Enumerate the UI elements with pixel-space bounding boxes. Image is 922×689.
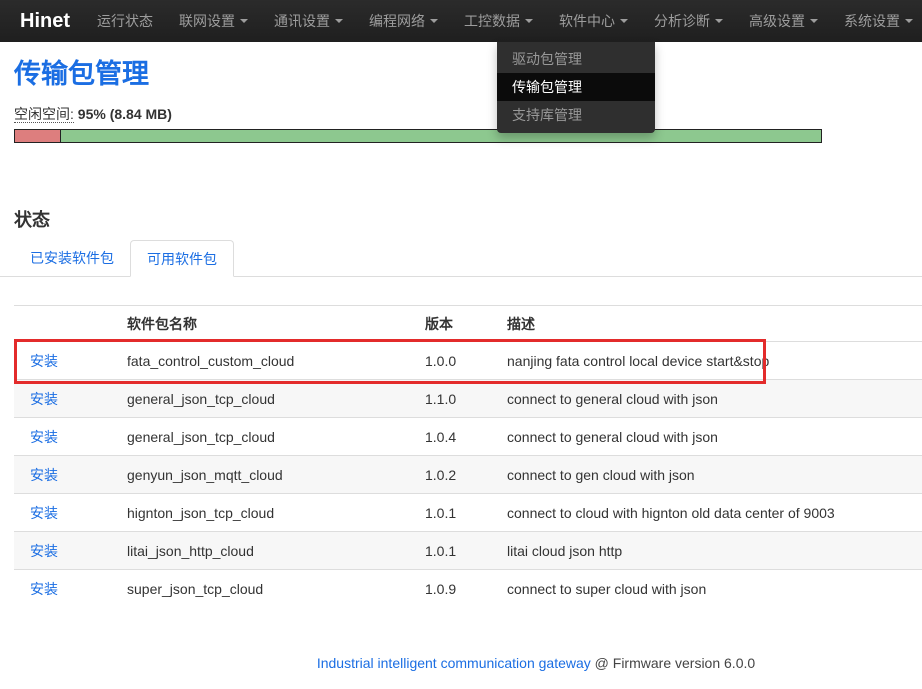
package-name: fata_control_custom_cloud bbox=[119, 342, 417, 380]
table-header-row: 软件包名称 版本 描述 bbox=[14, 306, 922, 342]
package-name: super_json_tcp_cloud bbox=[119, 570, 417, 608]
nav-item-label: 系统设置 bbox=[844, 13, 900, 29]
package-description: connect to general cloud with json bbox=[499, 380, 922, 418]
table-row: 安装 genyun_json_mqtt_cloud 1.0.2 connect … bbox=[14, 456, 922, 494]
status-heading: 状态 bbox=[14, 209, 922, 231]
nav-item-advanced-settings[interactable]: 高级设置 bbox=[736, 0, 831, 42]
tab-available-packages[interactable]: 可用软件包 bbox=[130, 240, 234, 277]
nav-item-label: 分析诊断 bbox=[654, 13, 710, 29]
dropdown-item-transfer-package[interactable]: 传输包管理 bbox=[497, 73, 655, 101]
package-table: 软件包名称 版本 描述 安装 fata_control_custom_cloud… bbox=[14, 305, 922, 608]
software-center-dropdown: 驱动包管理 传输包管理 支持库管理 bbox=[497, 42, 655, 133]
package-version: 1.0.2 bbox=[417, 456, 499, 494]
table-row: 安装 super_json_tcp_cloud 1.0.9 connect to… bbox=[14, 570, 922, 608]
table-row: 安装 general_json_tcp_cloud 1.1.0 connect … bbox=[14, 380, 922, 418]
package-name: genyun_json_mqtt_cloud bbox=[119, 456, 417, 494]
tab-installed-packages[interactable]: 已安装软件包 bbox=[14, 240, 130, 276]
package-version: 1.0.1 bbox=[417, 494, 499, 532]
caret-down-icon bbox=[905, 19, 913, 23]
firmware-version-text: @ Firmware version 6.0.0 bbox=[591, 655, 755, 671]
nav-item-analysis-diagnosis[interactable]: 分析诊断 bbox=[641, 0, 736, 42]
nav-item-label: 编程网络 bbox=[369, 13, 425, 29]
free-space-label: 空闲空间: bbox=[14, 106, 74, 123]
package-description: nanjing fata control local device start&… bbox=[499, 342, 922, 380]
header-description: 描述 bbox=[499, 306, 922, 342]
dropdown-item-support-library[interactable]: 支持库管理 bbox=[497, 101, 655, 129]
install-button[interactable]: 安装 bbox=[30, 581, 58, 597]
package-description: connect to general cloud with json bbox=[499, 418, 922, 456]
header-action bbox=[14, 306, 119, 342]
install-button[interactable]: 安装 bbox=[30, 467, 58, 483]
package-name: hignton_json_tcp_cloud bbox=[119, 494, 417, 532]
nav-item-industrial-data[interactable]: 工控数据 bbox=[451, 0, 546, 42]
table-row: 安装 general_json_tcp_cloud 1.0.4 connect … bbox=[14, 418, 922, 456]
header-version: 版本 bbox=[417, 306, 499, 342]
package-name: litai_json_http_cloud bbox=[119, 532, 417, 570]
install-button[interactable]: 安装 bbox=[30, 353, 58, 369]
install-button[interactable]: 安装 bbox=[30, 429, 58, 445]
package-name: general_json_tcp_cloud bbox=[119, 418, 417, 456]
package-version: 1.0.0 bbox=[417, 342, 499, 380]
free-space-value: 95% (8.84 MB) bbox=[78, 106, 172, 122]
nav-item-label: 软件中心 bbox=[559, 13, 615, 29]
nav-item-label: 联网设置 bbox=[179, 13, 235, 29]
table-row: 安装 fata_control_custom_cloud 1.0.0 nanji… bbox=[14, 342, 922, 380]
package-tabs: 已安装软件包 可用软件包 bbox=[0, 240, 922, 277]
nav-item-network-settings[interactable]: 联网设置 bbox=[166, 0, 261, 42]
package-description: connect to cloud with hignton old data c… bbox=[499, 494, 922, 532]
gateway-footer-link[interactable]: Industrial intelligent communication gat… bbox=[317, 655, 591, 671]
package-version: 1.0.4 bbox=[417, 418, 499, 456]
caret-down-icon bbox=[715, 19, 723, 23]
table-row: 安装 hignton_json_tcp_cloud 1.0.1 connect … bbox=[14, 494, 922, 532]
progress-used-segment bbox=[15, 130, 61, 142]
package-description: connect to gen cloud with json bbox=[499, 456, 922, 494]
install-button[interactable]: 安装 bbox=[30, 505, 58, 521]
caret-down-icon bbox=[430, 19, 438, 23]
nav-item-software-center[interactable]: 软件中心 bbox=[546, 0, 641, 42]
nav-item-programming-network[interactable]: 编程网络 bbox=[356, 0, 451, 42]
progress-free-segment bbox=[61, 130, 821, 142]
storage-progress-bar bbox=[14, 129, 822, 143]
caret-down-icon bbox=[240, 19, 248, 23]
caret-down-icon bbox=[810, 19, 818, 23]
free-space-text: 空闲空间: 95% (8.84 MB) bbox=[14, 106, 922, 122]
page-footer: Industrial intelligent communication gat… bbox=[0, 655, 922, 671]
nav-item-running-status[interactable]: 运行状态 bbox=[84, 0, 166, 42]
top-navbar: Hinet 运行状态 联网设置 通讯设置 编程网络 工控数据 软件中心 分析诊断… bbox=[0, 0, 922, 42]
brand-logo[interactable]: Hinet bbox=[0, 10, 84, 33]
install-button[interactable]: 安装 bbox=[30, 391, 58, 407]
package-description: connect to super cloud with json bbox=[499, 570, 922, 608]
install-button[interactable]: 安装 bbox=[30, 543, 58, 559]
nav-item-label: 高级设置 bbox=[749, 13, 805, 29]
nav-item-label: 通讯设置 bbox=[274, 13, 330, 29]
page-content: 传输包管理 空闲空间: 95% (8.84 MB) 状态 已安装软件包 可用软件… bbox=[0, 42, 922, 608]
nav-item-system-settings[interactable]: 系统设置 bbox=[831, 0, 922, 42]
caret-down-icon bbox=[335, 19, 343, 23]
header-package-name: 软件包名称 bbox=[119, 306, 417, 342]
package-version: 1.0.9 bbox=[417, 570, 499, 608]
caret-down-icon bbox=[620, 19, 628, 23]
package-version: 1.0.1 bbox=[417, 532, 499, 570]
package-version: 1.1.0 bbox=[417, 380, 499, 418]
nav-item-label: 工控数据 bbox=[464, 13, 520, 29]
dropdown-item-driver-package[interactable]: 驱动包管理 bbox=[497, 45, 655, 73]
page-title: 传输包管理 bbox=[14, 58, 922, 90]
nav-item-comm-settings[interactable]: 通讯设置 bbox=[261, 0, 356, 42]
package-name: general_json_tcp_cloud bbox=[119, 380, 417, 418]
caret-down-icon bbox=[525, 19, 533, 23]
package-description: litai cloud json http bbox=[499, 532, 922, 570]
table-row: 安装 litai_json_http_cloud 1.0.1 litai clo… bbox=[14, 532, 922, 570]
